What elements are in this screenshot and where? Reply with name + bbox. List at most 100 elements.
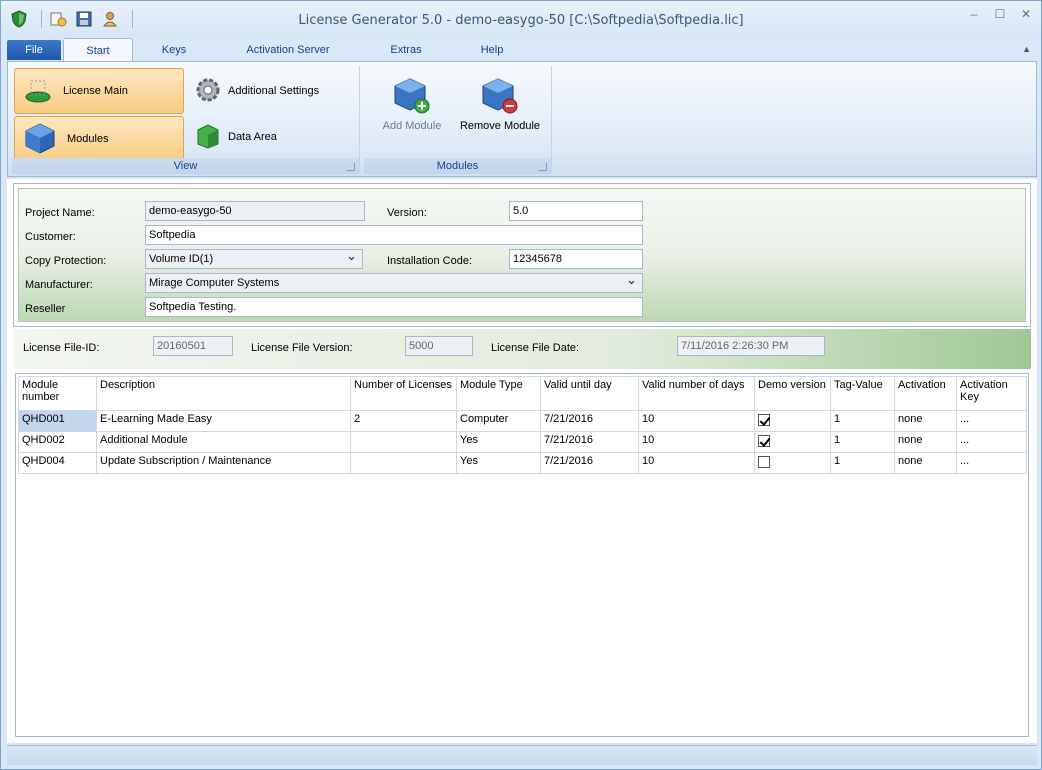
demo-version-checkbox[interactable] [758, 456, 770, 468]
manufacturer-label: Manufacturer: [25, 279, 93, 291]
tab-extras[interactable]: Extras [381, 38, 431, 62]
table-row[interactable]: QHD001 E-Learning Made Easy 2 Computer 7… [18, 410, 1027, 432]
demo-version-checkbox[interactable] [758, 414, 770, 426]
manufacturer-select[interactable]: Mirage Computer Systems [145, 271, 643, 293]
license-file-version-field[interactable]: 5000 [405, 336, 473, 356]
cell-valid-until[interactable]: 7/21/2016 [540, 431, 639, 453]
cell-activation[interactable]: none [894, 431, 957, 453]
license-file-id-label: License File-ID: [23, 342, 100, 354]
cell-description[interactable]: Update Subscription / Maintenance [96, 452, 351, 474]
cell-activation-key[interactable]: ... [956, 452, 1027, 474]
copy-protection-select[interactable]: Volume ID(1) [145, 247, 363, 269]
remove-module-icon [480, 76, 520, 116]
tab-start[interactable]: Start [63, 38, 133, 62]
reseller-field[interactable]: Softpedia Testing. [145, 297, 643, 317]
remove-module-button[interactable]: Remove Module [458, 76, 542, 144]
cell-tag-value[interactable]: 1 [830, 431, 895, 453]
cell-description[interactable]: Additional Module [96, 431, 351, 453]
col-description[interactable]: Description [96, 376, 351, 411]
dialog-launcher-icon[interactable] [539, 163, 547, 171]
close-button[interactable]: ✕ [1019, 7, 1033, 21]
cell-module-number[interactable]: QHD004 [18, 452, 97, 474]
license-main-button[interactable]: License Main [14, 68, 184, 114]
add-module-label: Add Module [382, 120, 442, 132]
tab-activation-server[interactable]: Activation Server [235, 38, 341, 62]
additional-settings-button[interactable]: Additional Settings [194, 76, 319, 106]
cell-licenses[interactable] [350, 452, 457, 474]
version-field[interactable]: 5.0 [509, 201, 643, 221]
table-row[interactable]: QHD002 Additional Module Yes 7/21/2016 1… [18, 431, 1027, 453]
customer-field[interactable]: Softpedia [145, 225, 643, 245]
add-module-button[interactable]: Add Module [370, 76, 454, 144]
cell-tag-value[interactable]: 1 [830, 452, 895, 474]
data-area-button[interactable]: Data Area [194, 122, 277, 152]
project-panel: Project Name: demo-easygo-50 Version: 5.… [13, 183, 1031, 327]
chevron-up-icon[interactable]: ▲ [1022, 44, 1031, 54]
license-file-version-label: License File Version: [251, 342, 353, 354]
tab-keys[interactable]: Keys [147, 38, 201, 62]
window-controls: – ☐ ✕ [967, 7, 1033, 21]
tab-file[interactable]: File [7, 40, 61, 60]
cell-tag-value[interactable]: 1 [830, 410, 895, 432]
customer-label: Customer: [25, 231, 76, 243]
col-tag-value[interactable]: Tag-Value [830, 376, 895, 411]
license-file-date-label: License File Date: [491, 342, 580, 354]
cell-activation-key[interactable]: ... [956, 431, 1027, 453]
cell-module-number[interactable]: QHD002 [18, 431, 97, 453]
cell-module-type[interactable]: Computer [456, 410, 541, 432]
license-main-icon [23, 75, 53, 108]
window-title: License Generator 5.0 - demo-easygo-50 [… [298, 13, 744, 28]
cell-module-type[interactable]: Yes [456, 431, 541, 453]
installation-code-field[interactable]: 12345678 [509, 249, 643, 269]
cell-licenses[interactable] [350, 431, 457, 453]
project-name-label: Project Name: [25, 207, 95, 219]
cell-activation[interactable]: none [894, 410, 957, 432]
status-bar [7, 745, 1037, 765]
demo-version-checkbox[interactable] [758, 435, 770, 447]
cell-activation[interactable]: none [894, 452, 957, 474]
dialog-launcher-icon[interactable] [347, 163, 355, 171]
gear-icon [194, 76, 222, 107]
cell-valid-until[interactable]: 7/21/2016 [540, 410, 639, 432]
table-row[interactable]: QHD004 Update Subscription / Maintenance… [18, 452, 1027, 474]
col-number-of-licenses[interactable]: Number of Licenses [350, 376, 457, 411]
col-demo-version[interactable]: Demo version [754, 376, 831, 411]
license-file-date-field[interactable]: 7/11/2016 2:26:30 PM [677, 336, 825, 356]
cell-demo-version [754, 410, 831, 432]
maximize-button[interactable]: ☐ [993, 7, 1007, 21]
cell-valid-days[interactable]: 10 [638, 410, 755, 432]
license-file-bar: License File-ID: 20160501 License File V… [13, 329, 1031, 369]
license-main-label: License Main [63, 85, 128, 97]
col-valid-until-day[interactable]: Valid until day [540, 376, 639, 411]
col-activation-key[interactable]: Activation Key [956, 376, 1027, 411]
cell-module-number[interactable]: QHD001 [18, 410, 97, 432]
cell-description[interactable]: E-Learning Made Easy [96, 410, 351, 432]
tab-help[interactable]: Help [471, 38, 513, 62]
col-module-number[interactable]: Module number [18, 376, 97, 411]
ribbon-group-label-modules: Modules [364, 158, 551, 174]
cell-valid-days[interactable]: 10 [638, 431, 755, 453]
remove-module-label: Remove Module [459, 120, 541, 132]
modules-button[interactable]: Modules [14, 116, 184, 162]
minimize-button[interactable]: – [967, 7, 981, 21]
col-module-type[interactable]: Module Type [456, 376, 541, 411]
modules-table: Module number Description Number of Lice… [18, 376, 1027, 474]
modules-label: Modules [67, 133, 109, 145]
title-bar: License Generator 5.0 - demo-easygo-50 [… [1, 1, 1041, 37]
col-valid-number-of-days[interactable]: Valid number of days [638, 376, 755, 411]
reseller-label: Reseller [25, 303, 66, 315]
cell-valid-until[interactable]: 7/21/2016 [540, 452, 639, 474]
license-file-id-field[interactable]: 20160501 [153, 336, 233, 356]
cell-licenses[interactable]: 2 [350, 410, 457, 432]
additional-settings-label: Additional Settings [228, 85, 320, 97]
cell-activation-key[interactable]: ... [956, 410, 1027, 432]
cell-module-type[interactable]: Yes [456, 452, 541, 474]
cell-valid-days[interactable]: 10 [638, 452, 755, 474]
project-name-field[interactable]: demo-easygo-50 [145, 201, 365, 221]
data-area-icon [194, 122, 222, 153]
cell-demo-version [754, 452, 831, 474]
version-label: Version: [387, 207, 427, 219]
ribbon-group-label-view: View [12, 158, 359, 174]
col-activation[interactable]: Activation [894, 376, 957, 411]
add-module-icon [392, 76, 432, 116]
